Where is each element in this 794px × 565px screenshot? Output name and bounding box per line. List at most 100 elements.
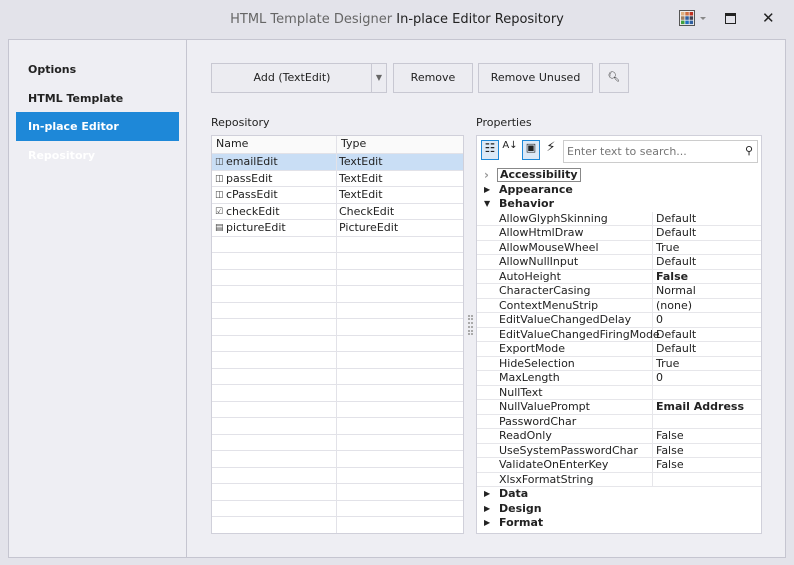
categorized-icon: ☷ bbox=[484, 141, 496, 155]
property-row[interactable]: XlsxFormatString bbox=[477, 472, 761, 487]
property-value[interactable] bbox=[652, 472, 761, 486]
empty-row bbox=[212, 286, 463, 303]
property-name: EditValueChangedDelay bbox=[499, 313, 632, 326]
category-format[interactable]: ▶ Format bbox=[477, 516, 761, 531]
property-value[interactable] bbox=[652, 385, 761, 399]
expand-arrow-icon[interactable]: ▶ bbox=[484, 183, 490, 197]
empty-row bbox=[212, 385, 463, 402]
skin-palette-button[interactable] bbox=[679, 10, 709, 29]
table-row[interactable]: ◫ emailEdit TextEdit bbox=[212, 154, 463, 171]
properties-tab-button[interactable]: ▣ bbox=[522, 140, 540, 160]
property-value[interactable]: Default bbox=[652, 327, 761, 341]
empty-row bbox=[212, 451, 463, 468]
property-row[interactable]: UseSystemPasswordChar False bbox=[477, 443, 761, 458]
property-value[interactable]: False bbox=[652, 429, 761, 443]
property-row[interactable]: ExportMode Default bbox=[477, 342, 761, 357]
sidebar-item-options[interactable]: Options bbox=[16, 55, 179, 84]
column-header-type[interactable]: Type bbox=[341, 136, 366, 152]
property-row[interactable]: AllowNullInput Default bbox=[477, 255, 761, 270]
property-row[interactable]: NullValuePrompt Email Address bbox=[477, 400, 761, 415]
category-appearance[interactable]: ▶ Appearance bbox=[477, 182, 761, 198]
cell-name: checkEdit bbox=[226, 204, 280, 218]
search-button[interactable]: 🔍︎ bbox=[599, 63, 629, 93]
property-row[interactable]: ReadOnly False bbox=[477, 429, 761, 444]
property-name: NullValuePrompt bbox=[499, 400, 590, 413]
table-row[interactable]: ◫ cPassEdit TextEdit bbox=[212, 187, 463, 204]
add-editor-button[interactable]: Add (TextEdit) ▼ bbox=[211, 63, 387, 93]
property-row[interactable]: AllowGlyphSkinning Default bbox=[477, 211, 761, 226]
property-name: XlsxFormatString bbox=[499, 472, 594, 486]
properties-icon: ▣ bbox=[525, 141, 537, 154]
property-row[interactable]: EditValueChangedDelay 0 bbox=[477, 313, 761, 328]
splitter-handle[interactable] bbox=[468, 315, 473, 335]
property-value[interactable]: Normal bbox=[652, 284, 761, 298]
table-row[interactable]: ◫ passEdit TextEdit bbox=[212, 170, 463, 187]
property-row[interactable]: AllowHtmlDraw Default bbox=[477, 226, 761, 241]
textedit-icon: ◫ bbox=[215, 190, 224, 200]
property-name: ExportMode bbox=[499, 342, 565, 355]
sort-az-icon: A↓ bbox=[502, 140, 518, 151]
property-value[interactable]: Default bbox=[652, 342, 761, 356]
sidebar: Options HTML Template In-place Editor Re… bbox=[9, 40, 187, 557]
maximize-button[interactable] bbox=[725, 13, 736, 24]
cell-name: cPassEdit bbox=[226, 188, 278, 201]
property-row[interactable]: ValidateOnEnterKey False bbox=[477, 458, 761, 473]
property-value[interactable]: Default bbox=[652, 211, 761, 225]
property-row[interactable]: MaxLength 0 bbox=[477, 371, 761, 386]
dropdown-arrow-icon[interactable]: ▼ bbox=[371, 64, 386, 92]
property-search-box[interactable]: ⚲ bbox=[563, 140, 758, 163]
collapse-arrow-icon[interactable]: ▼ bbox=[484, 197, 490, 211]
close-button[interactable]: ✕ bbox=[762, 9, 775, 27]
alphabetical-view-button[interactable]: A↓ bbox=[501, 140, 519, 160]
expand-arrow-icon[interactable]: ▶ bbox=[484, 516, 490, 530]
property-name: NullText bbox=[499, 385, 543, 399]
property-row[interactable]: CharacterCasing Normal bbox=[477, 284, 761, 299]
property-value[interactable]: False bbox=[652, 443, 761, 457]
events-tab-button[interactable]: ⚡︎ bbox=[543, 140, 559, 160]
category-data[interactable]: ▶ Data bbox=[477, 487, 761, 502]
property-name: PasswordChar bbox=[499, 414, 577, 428]
property-search-input[interactable] bbox=[567, 141, 737, 161]
table-row[interactable]: ▤ pictureEdit PictureEdit bbox=[212, 220, 463, 237]
picture-icon: ▤ bbox=[215, 223, 224, 233]
remove-unused-button[interactable]: Remove Unused bbox=[478, 63, 593, 93]
expand-arrow-icon[interactable]: › bbox=[484, 168, 489, 182]
property-row[interactable]: AutoHeight False bbox=[477, 269, 761, 284]
categorized-view-button[interactable]: ☷ bbox=[481, 140, 499, 160]
grid-header: Name Type bbox=[212, 136, 463, 154]
property-value[interactable]: 0 bbox=[652, 313, 761, 327]
property-row[interactable]: ContextMenuStrip (none) bbox=[477, 298, 761, 313]
empty-row bbox=[212, 368, 463, 385]
expand-arrow-icon[interactable]: ▶ bbox=[484, 487, 490, 501]
category-design[interactable]: ▶ Design bbox=[477, 502, 761, 517]
property-name: AllowMouseWheel bbox=[499, 240, 599, 254]
property-value[interactable]: True bbox=[652, 240, 761, 254]
category-accessibility[interactable]: › Accessibility bbox=[477, 168, 761, 183]
table-row[interactable]: ☑ checkEdit CheckEdit bbox=[212, 203, 463, 220]
column-header-name[interactable]: Name bbox=[216, 136, 248, 152]
property-value[interactable]: False bbox=[652, 458, 761, 472]
property-value[interactable]: True bbox=[652, 356, 761, 370]
sidebar-item-in-place-editor-repository[interactable]: In-place Editor Repository bbox=[16, 112, 179, 162]
property-value[interactable]: Email Address bbox=[652, 400, 761, 414]
category-behavior[interactable]: ▼ Behavior bbox=[477, 197, 761, 212]
property-value[interactable] bbox=[652, 414, 761, 428]
property-value[interactable]: Default bbox=[652, 255, 761, 269]
property-value[interactable]: 0 bbox=[652, 371, 761, 385]
property-row[interactable]: HideSelection True bbox=[477, 356, 761, 371]
property-row[interactable]: NullText bbox=[477, 385, 761, 400]
category-label: Appearance bbox=[499, 182, 573, 196]
property-name: HideSelection bbox=[499, 356, 575, 370]
maximize-icon bbox=[725, 13, 736, 24]
remove-button[interactable]: Remove bbox=[393, 63, 473, 93]
textedit-icon: ◫ bbox=[215, 173, 224, 184]
property-value[interactable]: Default bbox=[652, 226, 761, 240]
property-row[interactable]: AllowMouseWheel True bbox=[477, 240, 761, 255]
palette-icon bbox=[679, 10, 706, 26]
sidebar-item-html-template[interactable]: HTML Template bbox=[16, 84, 179, 113]
property-row[interactable]: PasswordChar bbox=[477, 414, 761, 429]
property-row[interactable]: EditValueChangedFiringMode Default bbox=[477, 327, 761, 342]
expand-arrow-icon[interactable]: ▶ bbox=[484, 502, 490, 516]
property-value[interactable]: (none) bbox=[652, 298, 761, 312]
property-value[interactable]: False bbox=[652, 269, 761, 283]
